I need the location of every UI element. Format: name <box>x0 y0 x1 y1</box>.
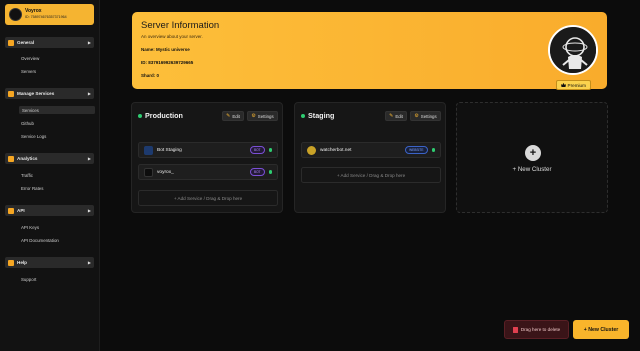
crown-icon <box>561 83 567 87</box>
settings-label: Settings <box>420 113 437 119</box>
server-id-value: 837916992639729665 <box>148 60 194 65</box>
user-name: Voyrox <box>25 8 42 15</box>
sidebar-item-support[interactable]: Support <box>18 275 39 283</box>
page-subtitle: An overview about your server. <box>141 34 203 39</box>
analytics-icon <box>8 155 14 162</box>
nav-section-label: Help <box>17 260 27 265</box>
service-item[interactable]: watcherbot.net WEBSITE <box>301 142 441 158</box>
premium-label: Premium <box>567 82 586 88</box>
cluster-title: Production <box>145 111 183 120</box>
plus-icon: + <box>525 145 541 161</box>
service-name: watcherbot.net <box>320 147 352 153</box>
cluster-staging[interactable]: Staging ✎ Edit ⚙ Settings watcherbot.net… <box>294 102 446 213</box>
sidebar-item-error-rates[interactable]: Error Rates <box>18 184 46 192</box>
pencil-icon: ✎ <box>226 113 231 119</box>
api-icon <box>8 207 14 214</box>
server-id-row: ID: 837916992639729665 <box>141 60 193 65</box>
new-cluster-button-label: + New Cluster <box>583 326 619 333</box>
general-icon <box>8 39 14 46</box>
trash-icon <box>512 326 518 333</box>
service-type-badge: BOT <box>249 146 265 154</box>
cluster-production[interactable]: Production ✎ Edit ⚙ Settings Bot Staging… <box>131 102 283 213</box>
nav-section-label: Manage Services <box>17 91 55 96</box>
services-icon <box>8 90 14 97</box>
add-service-label: + Add Service / Drag & Drop here <box>336 172 406 178</box>
help-icon <box>8 259 14 266</box>
service-type-badge: BOT <box>249 168 265 176</box>
new-cluster-button[interactable]: + New Cluster <box>573 320 629 339</box>
add-service-dropzone[interactable]: + Add Service / Drag & Drop here <box>301 167 441 183</box>
service-item[interactable]: Bot Staging BOT <box>138 142 278 158</box>
chevron-right-icon: ▶ <box>87 40 91 45</box>
nav-section-api[interactable]: API ▶ <box>5 205 94 216</box>
add-service-label: + Add Service / Drag & Drop here <box>173 195 243 201</box>
nav-section-analytics[interactable]: Analytics ▶ <box>5 153 94 164</box>
settings-button[interactable]: ⚙ Settings <box>247 111 278 121</box>
edit-button[interactable]: ✎ Edit <box>385 111 407 121</box>
server-shard-value: 0 <box>156 73 160 78</box>
gear-icon: ⚙ <box>414 113 419 119</box>
user-avatar <box>9 8 22 21</box>
server-shard-label: Shard: <box>141 73 156 78</box>
chevron-right-icon: ▶ <box>87 260 91 265</box>
nav-section-label: General <box>17 40 35 45</box>
status-dot <box>268 148 272 152</box>
server-name-value: Mystic universe <box>156 47 190 52</box>
nav-section-manage-services[interactable]: Manage Services ▶ <box>5 88 94 99</box>
chevron-right-icon: ▶ <box>87 208 91 213</box>
service-avatar <box>307 145 316 155</box>
sidebar-item-overview[interactable]: Overview <box>18 54 42 62</box>
service-name: Bot Staging <box>157 147 182 153</box>
nav-section-label: Analytics <box>17 156 38 161</box>
status-dot <box>268 170 272 174</box>
sidebar-item-api-documentation[interactable]: API Documentation <box>18 236 62 244</box>
server-avatar <box>548 25 598 75</box>
sidebar: Voyrox ID: 758974676357371964 General ▶ … <box>0 0 100 351</box>
service-avatar <box>144 145 153 155</box>
chevron-right-icon: ▶ <box>87 91 91 96</box>
nav-section-label: API <box>17 208 25 213</box>
sidebar-item-services[interactable]: Services <box>19 106 95 114</box>
user-id: ID: 758974676357371964 <box>25 14 67 19</box>
service-item[interactable]: voyrox_ BOT <box>138 164 278 180</box>
sidebar-item-github[interactable]: Github <box>18 119 37 127</box>
add-service-dropzone[interactable]: + Add Service / Drag & Drop here <box>138 190 278 206</box>
nav-section-general[interactable]: General ▶ <box>5 37 94 48</box>
service-name: voyrox_ <box>157 169 174 175</box>
server-id-label: ID: <box>141 60 147 65</box>
server-info-banner: Server Information An overview about you… <box>132 12 607 90</box>
status-dot <box>301 113 305 118</box>
cluster-title: Staging <box>308 111 335 120</box>
drag-delete-zone[interactable]: Drag here to delete <box>504 320 569 339</box>
sidebar-item-service-logs[interactable]: Service Logs <box>18 132 49 140</box>
settings-button[interactable]: ⚙ Settings <box>410 111 441 121</box>
status-dot <box>138 113 142 118</box>
service-avatar <box>144 167 153 177</box>
gear-icon: ⚙ <box>251 113 256 119</box>
settings-label: Settings <box>257 113 274 119</box>
server-name-label: Name: <box>141 47 155 52</box>
astronaut-icon <box>550 27 596 73</box>
user-card[interactable]: Voyrox ID: 758974676357371964 <box>5 4 94 25</box>
nav-section-help[interactable]: Help ▶ <box>5 257 94 268</box>
status-dot <box>431 148 435 152</box>
page-title: Server Information <box>141 20 220 31</box>
edit-label: Edit <box>395 113 403 119</box>
pencil-icon: ✎ <box>389 113 394 119</box>
sidebar-item-api-keys[interactable]: API Keys <box>18 223 42 231</box>
sidebar-item-servers[interactable]: Servers <box>18 67 39 75</box>
drag-delete-label: Drag here to delete <box>520 327 561 332</box>
new-cluster-card[interactable]: + + New Cluster <box>456 102 608 213</box>
new-cluster-label: + New Cluster <box>512 166 552 173</box>
edit-label: Edit <box>232 113 240 119</box>
service-type-badge: WEBSITE <box>405 146 428 154</box>
chevron-right-icon: ▶ <box>87 156 91 161</box>
server-shard-row: Shard: 0 <box>141 73 159 78</box>
edit-button[interactable]: ✎ Edit <box>222 111 244 121</box>
server-name-row: Name: Mystic universe <box>141 47 190 52</box>
sidebar-item-traffic[interactable]: Traffic <box>18 171 36 179</box>
premium-badge: Premium <box>556 80 591 90</box>
